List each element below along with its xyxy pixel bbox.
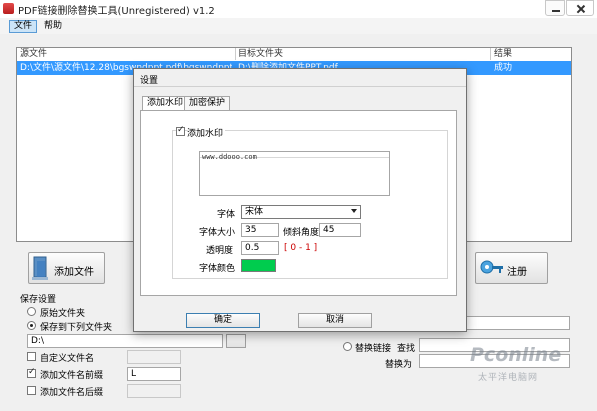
- chevron-down-icon[interactable]: [351, 209, 357, 213]
- register-label: 注册: [507, 267, 527, 278]
- tab-add-watermark[interactable]: 添加水印: [142, 96, 189, 111]
- save-to-folder-label: 保存到下列文件夹: [40, 323, 113, 333]
- custom-name-label: 自定义文件名: [40, 354, 95, 364]
- ok-button[interactable]: 确定: [186, 313, 260, 328]
- col-separator[interactable]: [490, 48, 491, 60]
- checkbox-add-watermark[interactable]: [176, 125, 185, 136]
- menu-bar: [0, 18, 597, 34]
- col-source-file[interactable]: 源文件: [20, 48, 47, 60]
- suffix-label: 添加文件名后缀: [40, 388, 104, 398]
- opacity-range-hint: [ 0 - 1 ]: [284, 243, 318, 253]
- pconline-watermark: Pconline: [470, 344, 562, 366]
- find-label: 查找: [397, 344, 416, 354]
- col-target-folder[interactable]: 目标文件夹: [238, 48, 283, 60]
- angle-label: 倾斜角度: [283, 228, 320, 238]
- custom-name-input[interactable]: [127, 350, 181, 364]
- add-watermark-label: 添加水印: [187, 126, 226, 139]
- radio-save-to-folder[interactable]: [27, 321, 36, 330]
- col-separator[interactable]: [235, 48, 236, 60]
- pdf-app-icon: [3, 3, 14, 14]
- color-label: 字体颜色: [199, 264, 236, 274]
- suffix-input[interactable]: [127, 384, 181, 398]
- dialog-title: 设置: [140, 76, 159, 86]
- save-path-input[interactable]: D:\: [27, 334, 223, 348]
- prefix-label: 添加文件名前缀: [40, 371, 104, 381]
- menu-file[interactable]: 文件: [9, 20, 38, 33]
- prefix-input[interactable]: L: [127, 367, 181, 381]
- checkbox-suffix[interactable]: [27, 386, 36, 395]
- row-result: 成功: [494, 63, 513, 73]
- save-settings-title: 保存设置: [20, 295, 57, 305]
- checkbox-custom-name[interactable]: [27, 352, 36, 361]
- font-label: 字体: [217, 210, 236, 220]
- watermark-text-value: www.ddooo.com: [202, 153, 257, 161]
- size-label: 字体大小: [199, 228, 236, 238]
- close-button[interactable]: [566, 0, 594, 16]
- replace-with-label: 替换为: [385, 360, 413, 370]
- key-icon: [480, 260, 503, 274]
- file-add-icon: [32, 256, 48, 280]
- opacity-input[interactable]: 0.5: [241, 241, 279, 255]
- window-title: PDF链接删除替换工具(Unregistered) v1.2: [18, 6, 215, 17]
- minimize-button[interactable]: [545, 0, 565, 16]
- tab-encryption[interactable]: 加密保护: [184, 96, 231, 110]
- opacity-label: 透明度: [206, 246, 234, 256]
- radio-replace-link[interactable]: [343, 342, 352, 351]
- original-folder-label: 原始文件夹: [40, 309, 86, 319]
- replace-link-label: 替换链接: [355, 344, 392, 354]
- cancel-button[interactable]: 取消: [298, 313, 372, 328]
- add-file-label: 添加文件: [54, 267, 94, 278]
- font-color-swatch[interactable]: [241, 259, 276, 272]
- col-result[interactable]: 结果: [494, 48, 512, 60]
- checkbox-prefix[interactable]: [27, 367, 36, 378]
- font-select[interactable]: 宋体: [241, 205, 361, 219]
- radio-original-folder[interactable]: [27, 307, 36, 316]
- size-input[interactable]: 35: [241, 223, 279, 237]
- top-right-input[interactable]: [466, 316, 570, 330]
- browse-button[interactable]: [226, 334, 246, 348]
- pconline-subtitle: 太平洋电脑网: [478, 373, 539, 383]
- angle-input[interactable]: 45: [319, 223, 361, 237]
- menu-help[interactable]: 帮助: [40, 20, 66, 33]
